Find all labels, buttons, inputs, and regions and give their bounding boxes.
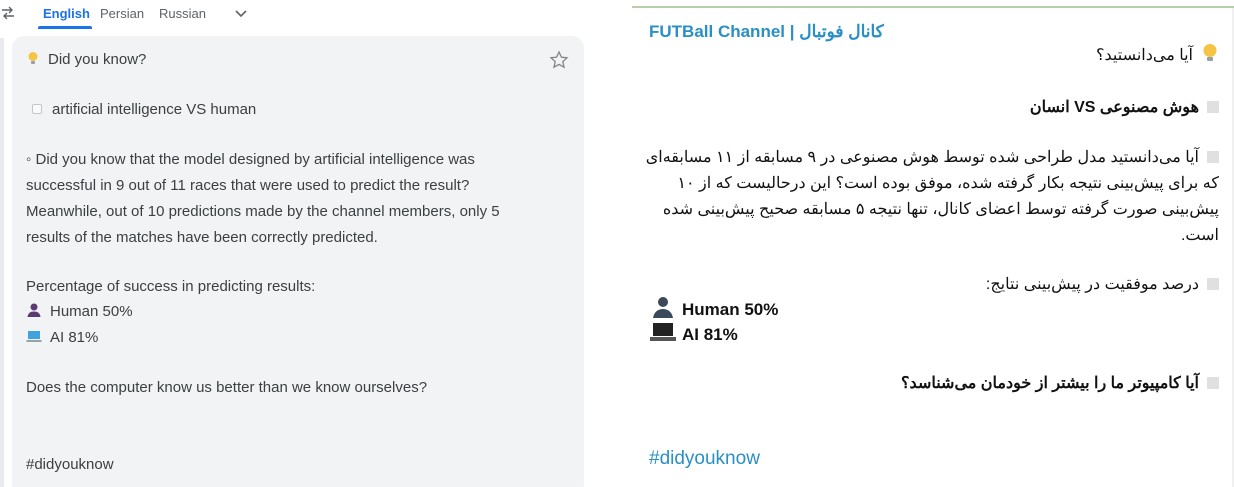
laptop-icon [650,321,676,343]
square-icon [1207,278,1219,290]
post-ai-stat: AI 81% [682,325,738,344]
heading-line: Did you know? [26,47,146,73]
square-icon [1207,151,1219,163]
post-body: آیا می‌دانستید مدل طراحی شده توسط هوش مص… [645,149,1219,244]
card-body: ◦ Did you know that the model designed b… [26,151,500,246]
topic-line: artificial intelligence VS human [26,97,256,123]
post-heading-line: آیا می‌دانستید؟ [1096,43,1219,69]
human-stat-line: Human 50% [26,299,133,325]
channel-name[interactable]: FUTBall Channel | کانال فوتبال [649,20,884,44]
card-question: Does the computer know us better than we… [26,379,428,396]
active-tab-indicator [38,26,92,29]
post-question: آیا کامپیوتر ما را بیشتر از خودمان می‌شن… [901,375,1199,392]
post-topic: هوش مصنوعی VS انسان [1029,99,1199,116]
post-human-stat-line: Human 50% [650,296,778,322]
tab-russian[interactable]: Russian [159,6,206,22]
tab-persian[interactable]: Persian [100,6,144,22]
person-icon [26,301,42,317]
translation-panel: English Persian Russian Did you know? ar… [0,0,600,487]
post-heading: آیا می‌دانستید؟ [1096,47,1193,64]
card-topic: artificial intelligence VS human [52,101,257,118]
language-bar: English Persian Russian [0,0,600,29]
square-icon [1207,377,1219,389]
lightbulb-icon [1201,43,1219,63]
chevron-down-icon[interactable] [233,5,249,21]
square-icon [32,104,42,114]
swap-languages-icon[interactable] [0,5,16,21]
post-stats-title: درصد موفقیت در پیش‌بینی نتایج: [985,276,1199,293]
laptop-icon [26,327,42,343]
lightbulb-icon [26,48,40,64]
post-hashtag[interactable]: #didyouknow [649,446,760,472]
ai-stat: AI 81% [50,329,99,346]
divider [0,38,4,487]
post-human-stat: Human 50% [682,300,779,319]
translation-output-card: Did you know? artificial intelligence VS… [12,36,584,487]
stats-title: Percentage of success in predicting resu… [26,278,316,295]
person-icon [650,296,676,318]
post-stats-title-line: درصد موفقیت در پیش‌بینی نتایج: [986,272,1219,298]
star-icon[interactable] [549,50,569,70]
card-hashtag: #didyouknow [26,456,114,473]
channel-post: FUTBall Channel | کانال فوتبال آیا می‌دا… [632,0,1234,487]
square-icon [1207,101,1219,113]
post-topic-line: هوش مصنوعی VS انسان [1030,95,1219,121]
post-body-block: آیا می‌دانستید مدل طراحی شده توسط هوش مص… [639,145,1219,249]
human-stat: Human 50% [50,303,133,320]
tab-english[interactable]: English [43,6,90,22]
ai-stat-line: AI 81% [26,325,98,351]
post-question-line: آیا کامپیوتر ما را بیشتر از خودمان می‌شن… [901,371,1219,397]
card-heading: Did you know? [48,51,147,68]
post-ai-stat-line: AI 81% [650,321,738,347]
divider [632,6,1234,8]
